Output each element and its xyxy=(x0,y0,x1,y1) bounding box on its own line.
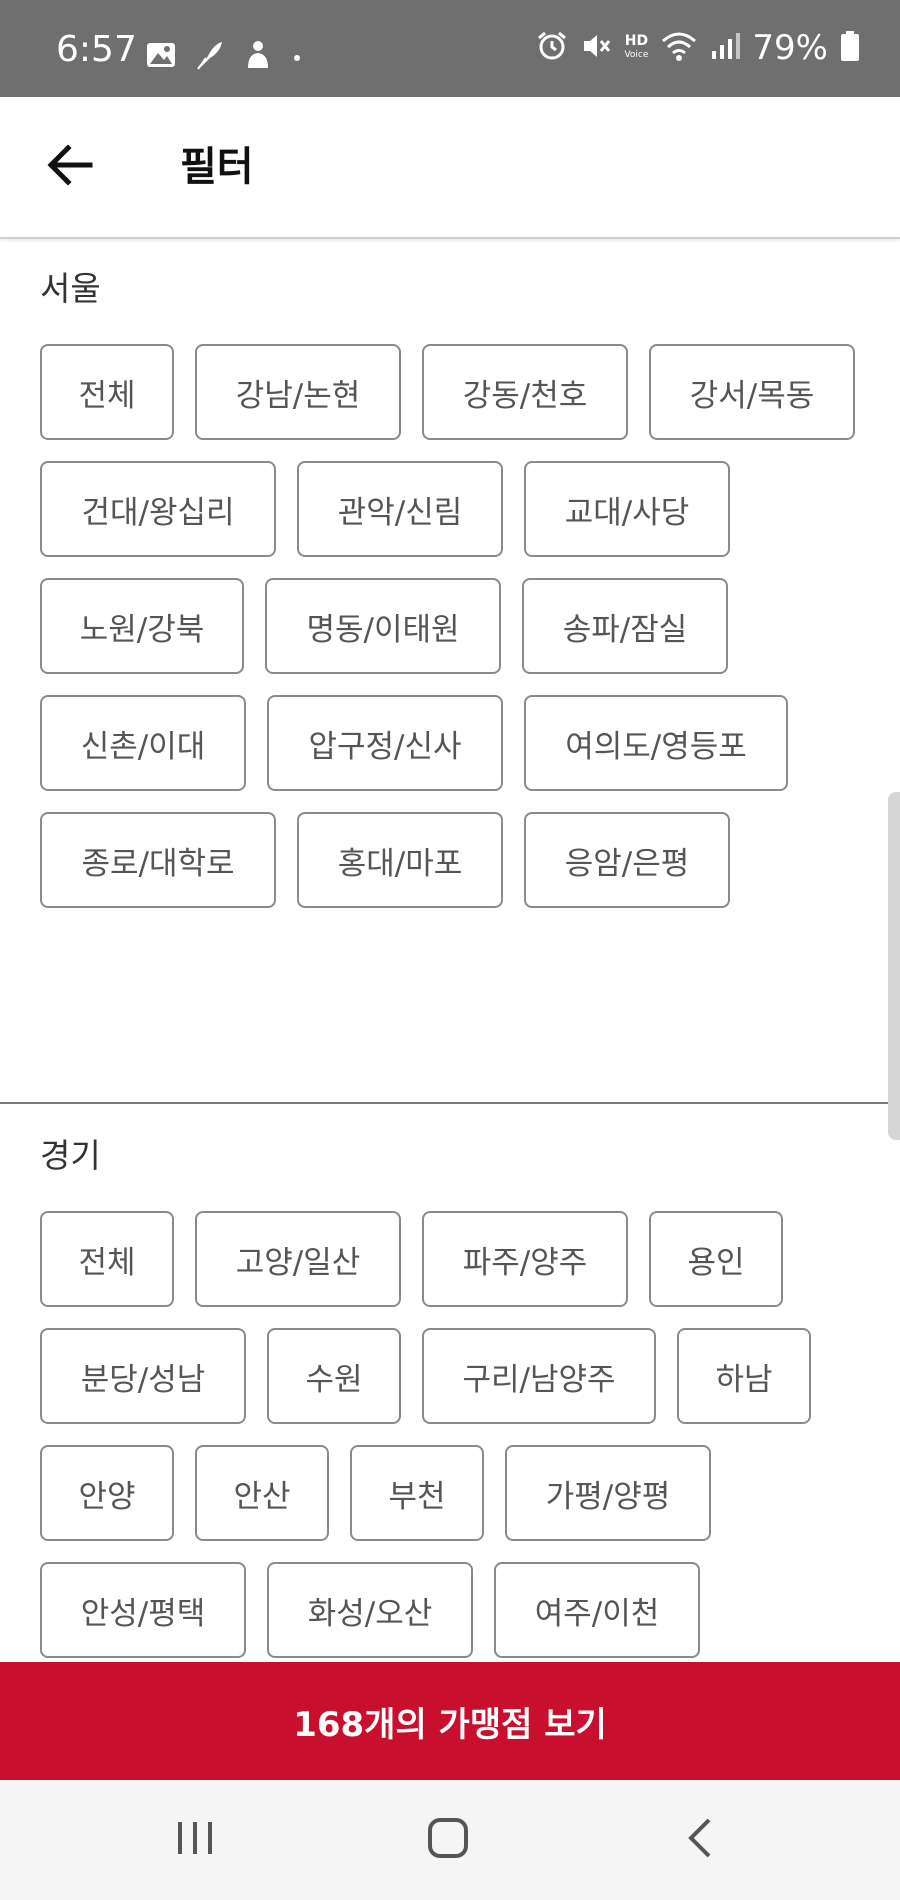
gyeonggi-section: 경기 전체 고양/일산 파주/양주 용인 분당/성남 수원 구리/남양주 하남 … xyxy=(0,1104,900,1662)
chip-sinchon[interactable]: 신촌/이대 xyxy=(40,695,246,791)
chip-guri[interactable]: 구리/남양주 xyxy=(422,1328,656,1424)
image-icon xyxy=(146,42,176,72)
navigation-bar xyxy=(0,1780,900,1900)
chip-gwanak[interactable]: 관악/신림 xyxy=(297,461,503,557)
recent-apps-button[interactable] xyxy=(155,1810,235,1870)
chip-yongin[interactable]: 용인 xyxy=(649,1211,783,1307)
voice-text: Voice xyxy=(624,50,649,60)
app-bar: 필터 xyxy=(0,97,900,239)
chip-gangdong[interactable]: 강동/천호 xyxy=(422,344,628,440)
chip-goyang[interactable]: 고양/일산 xyxy=(195,1211,401,1307)
section-title-gyeonggi: 경기 xyxy=(40,1136,101,1175)
chip-bucheon[interactable]: 부천 xyxy=(350,1445,484,1541)
battery-icon xyxy=(840,30,860,66)
chip-gangnam[interactable]: 강남/논현 xyxy=(195,344,401,440)
chip-seoul-all[interactable]: 전체 xyxy=(40,344,174,440)
chip-kondae[interactable]: 건대/왕십리 xyxy=(40,461,276,557)
seoul-section: 서울 전체 강남/논현 강동/천호 강서/목동 건대/왕십리 관악/신림 교대/… xyxy=(0,237,900,1102)
chip-ansan[interactable]: 안산 xyxy=(195,1445,329,1541)
gyeonggi-chip-group: 전체 고양/일산 파주/양주 용인 분당/성남 수원 구리/남양주 하남 안양 … xyxy=(40,1211,860,1658)
wifi-icon xyxy=(660,30,698,66)
chip-paju[interactable]: 파주/양주 xyxy=(422,1211,628,1307)
chip-yeoju[interactable]: 여주/이천 xyxy=(494,1562,700,1658)
page-title: 필터 xyxy=(180,144,254,190)
chip-hongdae[interactable]: 홍대/마포 xyxy=(297,812,503,908)
chip-suwon[interactable]: 수원 xyxy=(267,1328,401,1424)
chip-nowon[interactable]: 노원/강북 xyxy=(40,578,244,674)
recent-apps-icon xyxy=(175,1818,215,1862)
chip-hanam[interactable]: 하남 xyxy=(677,1328,811,1424)
section-title-seoul: 서울 xyxy=(40,269,101,308)
hd-voice-icon: HD Voice xyxy=(624,34,648,62)
chip-anyang[interactable]: 안양 xyxy=(40,1445,174,1541)
alarm-icon xyxy=(536,30,568,66)
seoul-chip-group: 전체 강남/논현 강동/천호 강서/목동 건대/왕십리 관악/신림 교대/사당 … xyxy=(40,344,860,908)
scrollbar-thumb[interactable] xyxy=(888,792,900,1140)
chip-apgujeong[interactable]: 압구정/신사 xyxy=(267,695,503,791)
chip-gapyeong[interactable]: 가평/양평 xyxy=(505,1445,711,1541)
back-icon xyxy=(685,1816,715,1864)
hd-text: HD xyxy=(624,33,649,49)
status-time: 6:57 xyxy=(56,29,137,70)
back-button[interactable] xyxy=(40,141,100,193)
chip-gyeonggi-all[interactable]: 전체 xyxy=(40,1211,174,1307)
person-icon xyxy=(244,40,272,74)
chip-jongno[interactable]: 종로/대학로 xyxy=(40,812,276,908)
chip-myeongdong[interactable]: 명동/이태원 xyxy=(265,578,501,674)
home-button[interactable] xyxy=(408,1810,488,1870)
chip-hwaseong[interactable]: 화성/오산 xyxy=(267,1562,473,1658)
status-right-icons: HD Voice 79% xyxy=(536,28,860,68)
chip-songpa[interactable]: 송파/잠실 xyxy=(522,578,728,674)
status-left-icons xyxy=(146,40,302,74)
battery-percent: 79% xyxy=(752,28,828,68)
system-back-button[interactable] xyxy=(660,1810,740,1870)
arrow-left-icon xyxy=(46,144,94,190)
chip-gangseo[interactable]: 강서/목동 xyxy=(649,344,855,440)
home-icon xyxy=(426,1816,470,1864)
feather-icon xyxy=(196,40,224,74)
chip-yeouido[interactable]: 여의도/영등포 xyxy=(524,695,788,791)
chip-eungam[interactable]: 응암/은평 xyxy=(524,812,730,908)
chip-gyodae[interactable]: 교대/사당 xyxy=(524,461,730,557)
signal-icon xyxy=(710,31,741,65)
chip-anseong[interactable]: 안성/평택 xyxy=(40,1562,246,1658)
status-bar: 6:57 HD Voice 79% xyxy=(0,0,900,97)
chip-bundang[interactable]: 분당/성남 xyxy=(40,1328,246,1424)
view-stores-button[interactable]: 168개의 가맹점 보기 xyxy=(0,1662,900,1780)
dot-icon xyxy=(292,48,302,67)
mute-icon xyxy=(580,30,612,66)
